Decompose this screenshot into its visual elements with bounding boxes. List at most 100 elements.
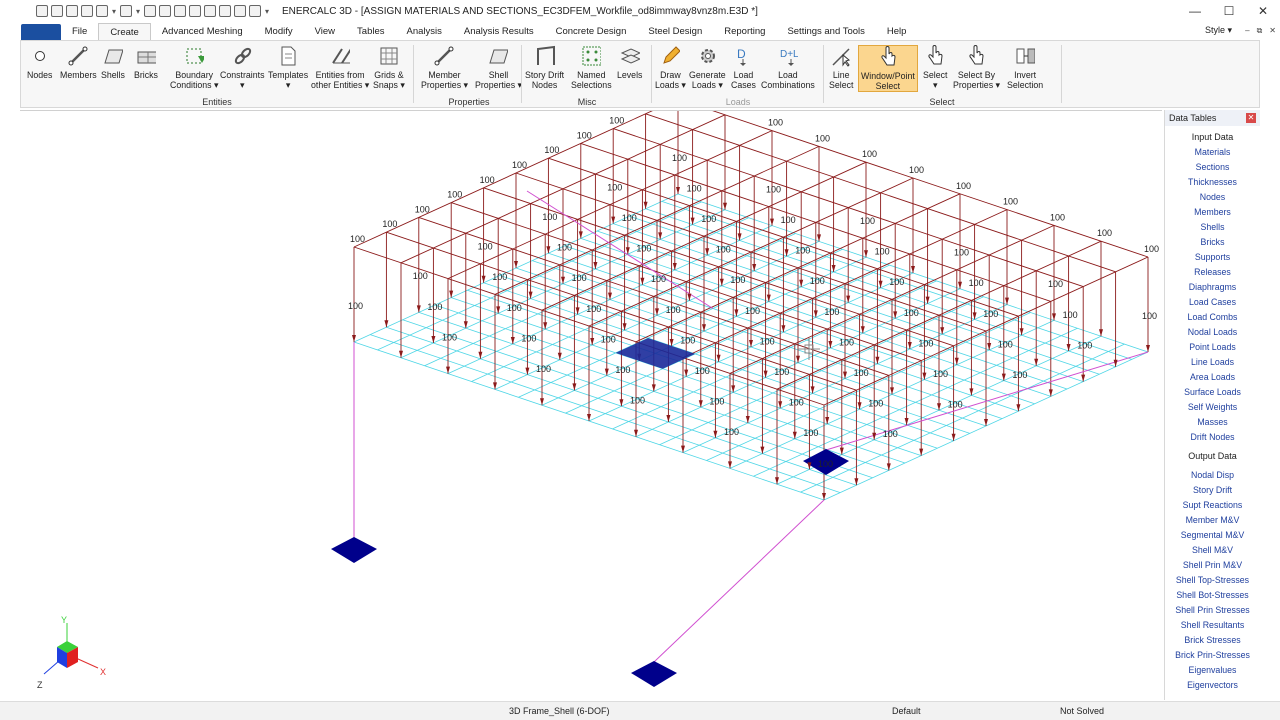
- dropdown-icon[interactable]: ▾: [111, 7, 117, 16]
- node-icon[interactable]: [234, 5, 246, 17]
- minimize-button[interactable]: —: [1178, 0, 1212, 22]
- model-viewport[interactable]: 100 100 100 100 100 100 100 100 100 100 100 100 100 1…: [20, 110, 1162, 700]
- line-select-button[interactable]: Line Select: [829, 45, 853, 90]
- load-arrow-icon: [864, 250, 868, 258]
- data-table-link[interactable]: Shell Top-Stresses: [1165, 573, 1260, 588]
- draw-loads-button[interactable]: Draw Loads ▾: [655, 45, 686, 90]
- entities-from-other-button[interactable]: Entities from other Entities ▾: [311, 45, 369, 90]
- invert-selection-button[interactable]: Invert Selection: [1007, 45, 1043, 90]
- view-icon[interactable]: [96, 5, 108, 17]
- tab-settings-and-tools[interactable]: Settings and Tools: [776, 23, 875, 40]
- data-table-link[interactable]: Load Combs: [1165, 310, 1260, 325]
- data-table-link[interactable]: Supports: [1165, 250, 1260, 265]
- structure-model[interactable]: 100 100 100 100 100 100 100 100 100 100 100 100 100 1…: [20, 111, 1162, 701]
- rotate-icon[interactable]: [81, 5, 93, 17]
- data-table-link[interactable]: Masses: [1165, 415, 1260, 430]
- shells-button[interactable]: Shells: [101, 45, 125, 80]
- data-table-link[interactable]: Shell M&V: [1165, 543, 1260, 558]
- window-point-select-button[interactable]: Window/Point Select: [858, 45, 918, 92]
- eye-off-icon[interactable]: [189, 5, 201, 17]
- members-button[interactable]: Members: [60, 45, 97, 80]
- tab-view[interactable]: View: [304, 23, 346, 40]
- templates-button[interactable]: Templates ▾: [268, 45, 308, 90]
- tab-concrete-design[interactable]: Concrete Design: [545, 23, 638, 40]
- data-table-link[interactable]: Nodal Loads: [1165, 325, 1260, 340]
- grids-snaps-button[interactable]: Grids & Snaps ▾: [373, 45, 405, 90]
- data-table-link[interactable]: Thicknesses: [1165, 175, 1260, 190]
- tab-reporting[interactable]: Reporting: [713, 23, 776, 40]
- app-menu-button[interactable]: [21, 24, 61, 40]
- tab-tables[interactable]: Tables: [346, 23, 395, 40]
- doc-restore-button[interactable]: ⧉: [1257, 26, 1263, 36]
- dropdown-icon[interactable]: ▾: [135, 7, 141, 16]
- data-table-link[interactable]: Members: [1165, 205, 1260, 220]
- tab-advanced-meshing[interactable]: Advanced Meshing: [151, 23, 254, 40]
- generate-loads-button[interactable]: Generate Loads ▾: [689, 45, 726, 90]
- tab-file[interactable]: File: [61, 23, 98, 40]
- style-menu[interactable]: Style ▾: [1205, 25, 1232, 36]
- data-table-link[interactable]: Story Drift: [1165, 483, 1260, 498]
- load-combinations-button[interactable]: D+L Load Combinations: [761, 45, 815, 90]
- data-table-link[interactable]: Materials: [1165, 145, 1260, 160]
- grid-icon[interactable]: [159, 5, 171, 17]
- cursor-icon[interactable]: [249, 5, 261, 17]
- zoom-extents-icon[interactable]: [66, 5, 78, 17]
- data-table-link[interactable]: Brick Prin-Stresses: [1165, 648, 1260, 663]
- data-table-link[interactable]: Nodal Disp: [1165, 468, 1260, 483]
- tab-create[interactable]: Create: [98, 23, 151, 40]
- tab-analysis[interactable]: Analysis: [396, 23, 453, 40]
- data-table-link[interactable]: Eigenvectors: [1165, 678, 1260, 693]
- hand-icon[interactable]: [36, 5, 48, 17]
- member-properties-button[interactable]: Member Properties ▾: [421, 45, 468, 90]
- data-table-link[interactable]: Line Loads: [1165, 355, 1260, 370]
- data-table-link[interactable]: Diaphragms: [1165, 280, 1260, 295]
- data-table-link[interactable]: Nodes: [1165, 190, 1260, 205]
- dropdown-icon[interactable]: ▾: [264, 7, 270, 16]
- eye-icon[interactable]: [174, 5, 186, 17]
- data-table-link[interactable]: Shell Prin M&V: [1165, 558, 1260, 573]
- data-table-link[interactable]: Brick Stresses: [1165, 633, 1260, 648]
- boundary-conditions-button[interactable]: Boundary Conditions ▾: [170, 45, 218, 90]
- levels-button[interactable]: Levels: [617, 45, 642, 80]
- tab-analysis-results[interactable]: Analysis Results: [453, 23, 545, 40]
- select-button[interactable]: Select ▾: [923, 45, 947, 90]
- data-table-link[interactable]: Bricks: [1165, 235, 1260, 250]
- data-table-link[interactable]: Shell Prin Stresses: [1165, 603, 1260, 618]
- data-table-link[interactable]: Drift Nodes: [1165, 430, 1260, 445]
- doc-minimize-button[interactable]: –: [1245, 26, 1249, 36]
- data-table-link[interactable]: Shell Resultants: [1165, 618, 1260, 633]
- bricks-button[interactable]: Bricks: [134, 45, 158, 80]
- data-table-link[interactable]: Point Loads: [1165, 340, 1260, 355]
- doc-close-button[interactable]: ✕: [1269, 26, 1276, 36]
- data-table-link[interactable]: Member M&V: [1165, 513, 1260, 528]
- close-button[interactable]: ✕: [1246, 0, 1280, 22]
- data-table-link[interactable]: Sections: [1165, 160, 1260, 175]
- data-table-link[interactable]: Supt Reactions: [1165, 498, 1260, 513]
- data-table-link[interactable]: Releases: [1165, 265, 1260, 280]
- data-table-link[interactable]: Self Weights: [1165, 400, 1260, 415]
- data-table-link[interactable]: Load Cases: [1165, 295, 1260, 310]
- tab-help[interactable]: Help: [876, 23, 918, 40]
- load-cases-button[interactable]: D Load Cases: [731, 45, 756, 90]
- data-table-link[interactable]: Shell Bot-Stresses: [1165, 588, 1260, 603]
- link-icon[interactable]: [204, 5, 216, 17]
- constraints-button[interactable]: Constraints ▾: [220, 45, 265, 90]
- nodes-button[interactable]: Nodes: [27, 45, 52, 80]
- data-table-link[interactable]: Eigenvalues: [1165, 663, 1260, 678]
- render-icon[interactable]: [144, 5, 156, 17]
- shell-properties-button[interactable]: Shell Properties ▾: [475, 45, 522, 90]
- named-selections-button[interactable]: Named Selections: [571, 45, 612, 90]
- maximize-button[interactable]: ☐: [1212, 0, 1246, 22]
- zoom-icon[interactable]: [51, 5, 63, 17]
- data-table-link[interactable]: Segmental M&V: [1165, 528, 1260, 543]
- tab-modify[interactable]: Modify: [254, 23, 304, 40]
- select-by-properties-button[interactable]: Select By Properties ▾: [953, 45, 1000, 90]
- story-drift-nodes-button[interactable]: Story Drift Nodes: [525, 45, 564, 90]
- data-tables-close-button[interactable]: ✕: [1246, 113, 1256, 123]
- window-icon[interactable]: [120, 5, 132, 17]
- data-table-link[interactable]: Surface Loads: [1165, 385, 1260, 400]
- data-table-link[interactable]: Area Loads: [1165, 370, 1260, 385]
- unlink-icon[interactable]: [219, 5, 231, 17]
- data-table-link[interactable]: Shells: [1165, 220, 1260, 235]
- tab-steel-design[interactable]: Steel Design: [637, 23, 713, 40]
